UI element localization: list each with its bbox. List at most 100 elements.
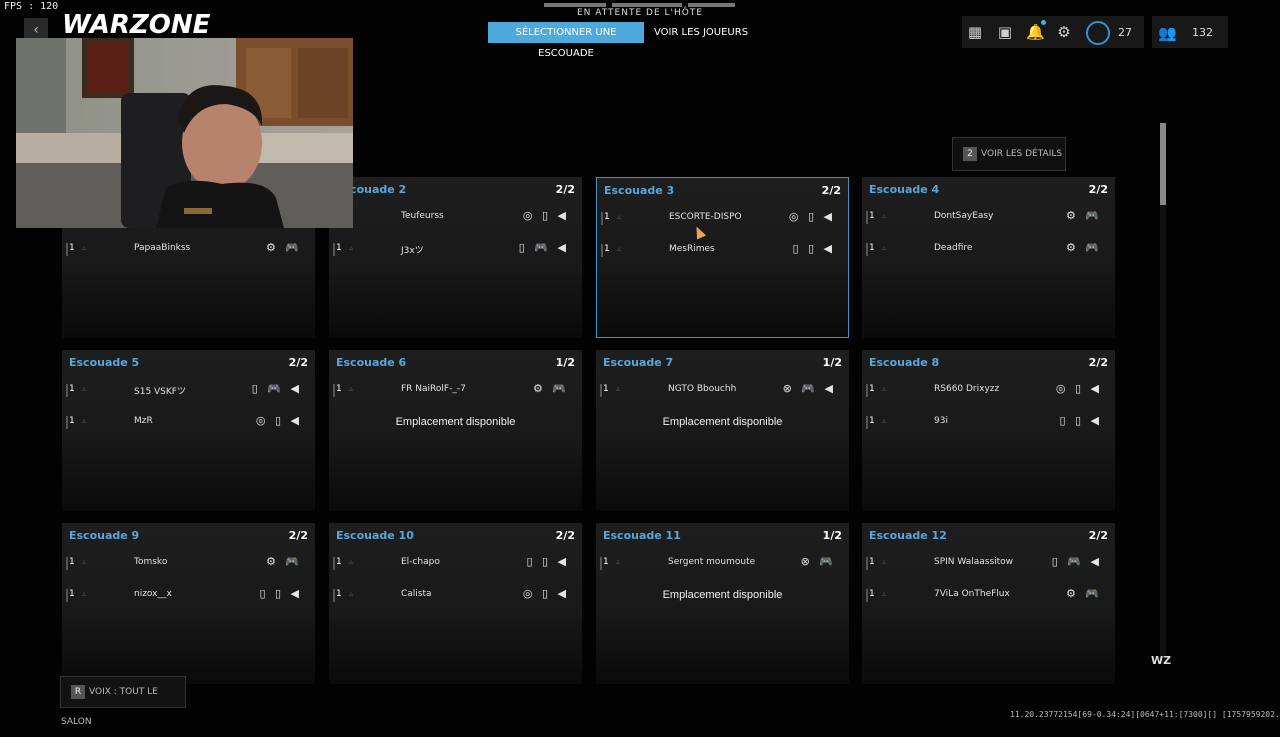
row-marker: [866, 589, 868, 602]
platform-input-icons: ◎ ▯ ◀: [255, 414, 302, 427]
platform-input-icons: ⚙ 🎮: [265, 555, 302, 568]
squad-name: Escouade 3: [604, 184, 675, 197]
player-level: 1: [336, 589, 342, 599]
squad-card[interactable]: Escouade 9 2/2 1 ▵ Tomsko ⚙ 🎮 1 ▵ nizox__x ▯ ▯ ◀: [62, 523, 315, 684]
player-row[interactable]: 1 ▵ S15 VSKFツ ▯ 🎮 ◀: [62, 381, 315, 401]
platform-input-icons: ▯ ▯ ◀: [792, 242, 835, 255]
row-marker: [66, 557, 68, 570]
tab-view-players[interactable]: VOIR LES JOUEURS: [650, 22, 752, 43]
players-count: 132: [1192, 26, 1213, 39]
webcam-overlay: [16, 38, 353, 228]
squad-count: 2/2: [1088, 529, 1108, 542]
players-icon: 👥: [1158, 24, 1177, 42]
rank-icon: ▵: [882, 589, 887, 598]
squad-name: Escouade 11: [603, 529, 681, 542]
rank-icon: ▵: [617, 212, 622, 221]
menu-grid-icon[interactable]: ▦: [966, 24, 984, 40]
player-row[interactable]: 1 ▵ DontSayEasy ⚙ 🎮: [862, 208, 1115, 228]
row-marker: [866, 557, 868, 570]
platform-input-icons: ▯ ▯ ◀: [259, 587, 302, 600]
squad-card[interactable]: Escouade 11 1/2 1 ▵ Sergent moumoute ⊗ 🎮 Empla…: [596, 523, 849, 684]
top-toolbar: [962, 16, 1144, 48]
squad-card[interactable]: Escouade 7 1/2 1 ▵ NGTO Bbouchh ⊗ 🎮 ◀ Emplacem…: [596, 350, 849, 511]
row-marker: [333, 557, 335, 570]
player-level: 1: [869, 243, 875, 253]
player-row[interactable]: 1 ▵ MesRimes ▯ ▯ ◀: [597, 241, 848, 261]
squad-card[interactable]: Escouade 8 2/2 1 ▵ RS660 Drixyzz ◎ ▯ ◀ 1 ▵ 93i ▯ …: [862, 350, 1115, 511]
player-level: 1: [869, 557, 875, 567]
player-row[interactable]: 1 ▵ 93i ▯ ▯ ◀: [862, 413, 1115, 433]
player-level: 1: [69, 557, 75, 567]
squad-name: Escouade 10: [336, 529, 414, 542]
view-details-label: VOIR LES DÉTAILS: [981, 149, 1063, 159]
row-marker: [601, 244, 603, 257]
webcam-image: [16, 38, 353, 228]
platform-input-icons: ▯ ▯ ◀: [1059, 414, 1102, 427]
player-row[interactable]: 1 ▵ J3xツ ▯ 🎮 ◀: [329, 240, 582, 260]
player-name: Sergent moumoute: [668, 557, 756, 567]
platform-input-icons: ◎ ▯ ◀: [1055, 382, 1102, 395]
squad-count: 2/2: [288, 356, 308, 369]
debug-info: 11.20.23772154[69-0.34:24][0647+11:[7300…: [1010, 710, 1280, 719]
player-row[interactable]: 27▵Teufeurss◎ ▯ ◀: [329, 208, 582, 228]
player-level: 1: [603, 384, 609, 394]
player-row[interactable]: 1 ▵ MzR ◎ ▯ ◀: [62, 413, 315, 433]
player-row[interactable]: 1 ▵ ESCORTE-DISPO ◎ ▯ ◀: [597, 209, 848, 229]
platform-input-icons: ▯ 🎮 ◀: [1051, 555, 1102, 568]
settings-gear-icon[interactable]: ⚙: [1055, 24, 1073, 40]
voice-channel-button[interactable]: R VOIX : TOUT LE SALON: [60, 676, 186, 727]
squad-count: 2/2: [288, 529, 308, 542]
loading-bar-segment: [612, 3, 682, 7]
empty-slot[interactable]: Emplacement disponible: [596, 589, 849, 601]
squad-card[interactable]: Escouade 4 2/2 1 ▵ DontSayEasy ⚙ 🎮 1 ▵ Deadfire ⚙…: [862, 177, 1115, 338]
platform-input-icons: ◎ ▯ ◀: [522, 587, 569, 600]
barracks-icon[interactable]: ▣: [996, 24, 1014, 40]
platform-input-icons: ◎ ▯ ◀: [788, 210, 835, 223]
player-row[interactable]: 1 ▵ Tomsko ⚙ 🎮: [62, 554, 315, 574]
squad-count: 2/2: [555, 183, 575, 196]
player-row[interactable]: 1 ▵ nizox__x ▯ ▯ ◀: [62, 586, 315, 606]
player-name: PapaaBinkss: [134, 243, 191, 253]
squad-card[interactable]: Escouade 10 2/2 1 ▵ El-chapo ▯ ▯ ◀ 1 ▵ Calista ◎ …: [329, 523, 582, 684]
player-name: J3xツ: [401, 246, 424, 256]
row-marker: [333, 384, 335, 397]
rank-icon: ▵: [349, 384, 354, 393]
notification-dot: [1041, 20, 1046, 25]
squad-count: 2/2: [821, 184, 841, 197]
fps-counter: FPS : 120: [4, 1, 59, 12]
rank-icon: ▵: [616, 384, 621, 393]
squad-card[interactable]: Escouade 6 1/2 1 ▵ FR NaiRolF-_-7 ⚙ 🎮 Emplacem…: [329, 350, 582, 511]
view-details-button[interactable]: 2 VOIR LES DÉTAILS: [952, 137, 1066, 171]
rank-icon: ▵: [882, 243, 887, 252]
rank-icon: ▵: [882, 384, 887, 393]
loading-bar-segment: [544, 3, 606, 7]
player-row[interactable]: 1 ▵ Sergent moumoute ⊗ 🎮: [596, 554, 849, 574]
platform-input-icons: ⚙ 🎮: [265, 241, 302, 254]
player-name: Tomsko: [134, 557, 168, 567]
notification-bell-icon[interactable]: 🔔: [1026, 24, 1045, 40]
scrollbar-thumb[interactable]: [1160, 123, 1166, 205]
platform-input-icons: ⚙ 🎮: [532, 382, 569, 395]
player-row[interactable]: 1 ▵ Deadfire ⚙ 🎮: [862, 240, 1115, 260]
empty-slot[interactable]: Emplacement disponible: [596, 416, 849, 428]
player-row[interactable]: 1 ▵ Calista ◎ ▯ ◀: [329, 586, 582, 606]
player-level: 1: [603, 557, 609, 567]
squad-card[interactable]: Escouade 5 2/2 1 ▵ S15 VSKFツ ▯ 🎮 ◀ 1 ▵ MzR ◎ ▯ ◀: [62, 350, 315, 511]
row-marker: [600, 557, 602, 570]
squad-card[interactable]: Escouade 3 2/2 1 ▵ ESCORTE-DISPO ◎ ▯ ◀ 1 ▵ MesRi…: [596, 177, 849, 338]
player-row[interactable]: 1 ▵ PapaaBinkss ⚙ 🎮: [62, 240, 315, 260]
rank-icon: ▵: [82, 557, 87, 566]
squad-card[interactable]: Escouade 12 2/2 1 ▵ SPIN Walaassitow ▯ 🎮 ◀ 1 ▵ 7…: [862, 523, 1115, 684]
player-row[interactable]: 1 ▵ El-chapo ▯ ▯ ◀: [329, 554, 582, 574]
player-row[interactable]: 1 ▵ FR NaiRolF-_-7 ⚙ 🎮: [329, 381, 582, 401]
player-level: 1: [69, 384, 75, 394]
player-row[interactable]: 1 ▵ 7ViLa OnTheFlux ⚙ 🎮: [862, 586, 1115, 606]
player-row[interactable]: 1 ▵ NGTO Bbouchh ⊗ 🎮 ◀: [596, 381, 849, 401]
player-row[interactable]: 1 ▵ SPIN Walaassitow ▯ 🎮 ◀: [862, 554, 1115, 574]
squad-card[interactable]: Escouade 22/227▵Teufeurss◎ ▯ ◀1▵J3xツ▯ 🎮 …: [329, 177, 582, 338]
empty-slot[interactable]: Emplacement disponible: [329, 416, 582, 428]
tab-select-squad[interactable]: SÉLECTIONNER UNE ESCOUADE: [488, 22, 644, 59]
player-row[interactable]: 1 ▵ RS660 Drixyzz ◎ ▯ ◀: [862, 381, 1115, 401]
player-level: 1: [69, 243, 75, 253]
player-level: 27: [1118, 26, 1132, 39]
